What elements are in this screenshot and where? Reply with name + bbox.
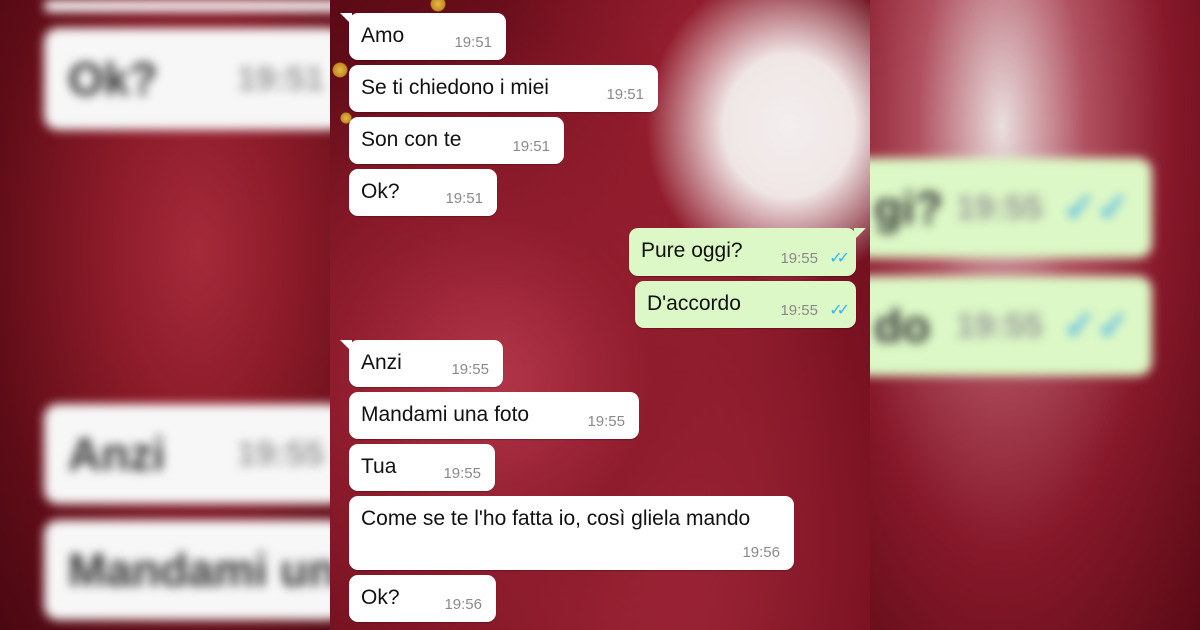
message-text: Se ti chiedono i miei: [361, 76, 549, 99]
message-bubble-outgoing[interactable]: Pure oggi? 19:55 ✓✓: [629, 228, 856, 276]
message-text: Mandami una foto: [361, 403, 530, 426]
blurred-bubble-text: gi?: [874, 182, 943, 234]
blurred-bubble: do 19:55 ✓✓: [870, 276, 1152, 376]
message-time: 19:55: [587, 413, 625, 430]
message-time: 19:55: [451, 361, 489, 378]
message-bubble-incoming[interactable]: Anzi 19:55: [349, 340, 503, 387]
right-blurred-panel: gi? 19:55 ✓✓ do 19:55 ✓✓: [870, 0, 1200, 630]
message-bubble-incoming[interactable]: Tua 19:55: [349, 444, 495, 491]
blurred-bubble-time: 19:51: [237, 59, 324, 98]
message-time: 19:51: [606, 86, 644, 103]
double-check-icon: ✓✓: [1062, 304, 1130, 348]
double-check-icon: ✓✓: [1062, 186, 1130, 230]
message-text: Ok?: [361, 180, 400, 203]
message-time: 19:55: [443, 465, 481, 482]
left-blurred-panel: Ok? 19:51 Anzi 19:55 Mandami un: [0, 0, 330, 630]
message-bubble-incoming[interactable]: Come se te l'ho fatta io, così gliela ma…: [349, 496, 794, 570]
message-time: 19:51: [512, 138, 550, 155]
blurred-bubble-text: Anzi: [68, 428, 166, 480]
message-text: D'accordo: [647, 292, 741, 315]
message-text: Tua: [361, 455, 397, 478]
message-time: 19:56: [742, 544, 780, 561]
gold-fleck-decoration: [430, 0, 446, 12]
message-text: Ok?: [361, 586, 400, 609]
double-check-icon: ✓✓: [829, 250, 850, 267]
message-text: Anzi: [361, 351, 402, 374]
blurred-bubble-text: Ok?: [68, 53, 158, 105]
message-text: Amo: [361, 24, 405, 47]
blurred-bubble: [44, 0, 330, 12]
message-bubble-incoming[interactable]: Mandami una foto 19:55: [349, 392, 639, 439]
message-bubble-incoming[interactable]: Son con te 19:51: [349, 117, 564, 164]
blurred-bubble-time: 19:55: [237, 434, 324, 473]
blurred-bubble: gi? 19:55 ✓✓: [870, 158, 1152, 258]
message-text: Come se te l'ho fatta io, così gliela ma…: [361, 507, 751, 530]
message-time: 19:56: [444, 596, 482, 613]
message-bubble-incoming[interactable]: Se ti chiedono i miei 19:51: [349, 65, 658, 112]
message-bubble-incoming[interactable]: Ok? 19:56: [349, 575, 496, 622]
message-text: Pure oggi?: [641, 239, 743, 262]
blurred-bubble: Mandami un: [44, 520, 330, 620]
double-check-icon: ✓✓: [829, 302, 850, 319]
gold-fleck-decoration: [332, 62, 348, 78]
message-bubble-incoming[interactable]: Amo 19:51: [349, 13, 506, 60]
blurred-bubble-time: 19:55: [956, 306, 1043, 345]
message-text: Son con te: [361, 128, 462, 151]
message-time: 19:55: [780, 250, 818, 267]
blurred-bubble-time: 19:55: [956, 188, 1043, 227]
message-bubble-incoming[interactable]: Ok? 19:51: [349, 169, 497, 216]
message-time: 19:51: [454, 34, 492, 51]
message-time: 19:51: [445, 190, 483, 207]
message-bubble-outgoing[interactable]: D'accordo 19:55 ✓✓: [635, 281, 856, 328]
message-time: 19:55: [780, 302, 818, 319]
blurred-bubble-text: Mandami un: [68, 544, 330, 596]
blurred-bubble-text: do: [874, 300, 931, 352]
blurred-bubble: Ok? 19:51: [44, 28, 330, 130]
blurred-bubble: Anzi 19:55: [44, 404, 330, 504]
chat-screenshot: Amo 19:51 Se ti chiedono i miei 19:51 So…: [330, 0, 870, 630]
